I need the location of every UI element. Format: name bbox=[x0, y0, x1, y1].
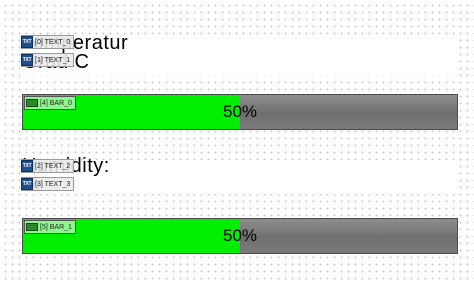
text-0-tag-label: [0] TEXT_0 bbox=[35, 38, 71, 46]
text-0-tag[interactable]: TXT [0] TEXT_0 bbox=[21, 35, 75, 49]
text-3-tag-label: [3] TEXT_3 bbox=[35, 180, 71, 188]
bar-0-tag[interactable]: [4] BAR_0 bbox=[24, 96, 76, 110]
text-1-tag-label: [1] TEXT_1 bbox=[35, 56, 71, 64]
text-2-tag-label: [2] TEXT_2 bbox=[35, 162, 71, 170]
bar-1-tag[interactable]: [5] BAR_1 bbox=[24, 220, 76, 234]
text-widget-icon: TXT bbox=[21, 35, 33, 48]
text-widget-icon: TXT bbox=[21, 53, 33, 66]
humidity-bar[interactable]: [5] BAR_1 50% bbox=[22, 218, 458, 254]
bar-widget-icon bbox=[26, 99, 38, 107]
temperature-bar[interactable]: [4] BAR_0 50% bbox=[22, 94, 458, 130]
bar-0-tag-label: [4] BAR_0 bbox=[40, 99, 72, 107]
temperature-bar-value: 50% bbox=[222, 102, 258, 121]
text-2-tag[interactable]: TXT [2] TEXT_2 bbox=[21, 159, 75, 173]
text-3-tag[interactable]: TXT [3] TEXT_3 bbox=[21, 177, 75, 191]
text-1-tag[interactable]: TXT [1] TEXT_1 bbox=[21, 53, 75, 67]
bar-widget-icon bbox=[26, 223, 38, 231]
humidity-bar-value: 50% bbox=[222, 226, 258, 245]
text-widget-icon: TXT bbox=[21, 159, 33, 172]
text-widget-icon: TXT bbox=[21, 177, 33, 190]
bar-1-tag-label: [5] BAR_1 bbox=[40, 223, 72, 231]
